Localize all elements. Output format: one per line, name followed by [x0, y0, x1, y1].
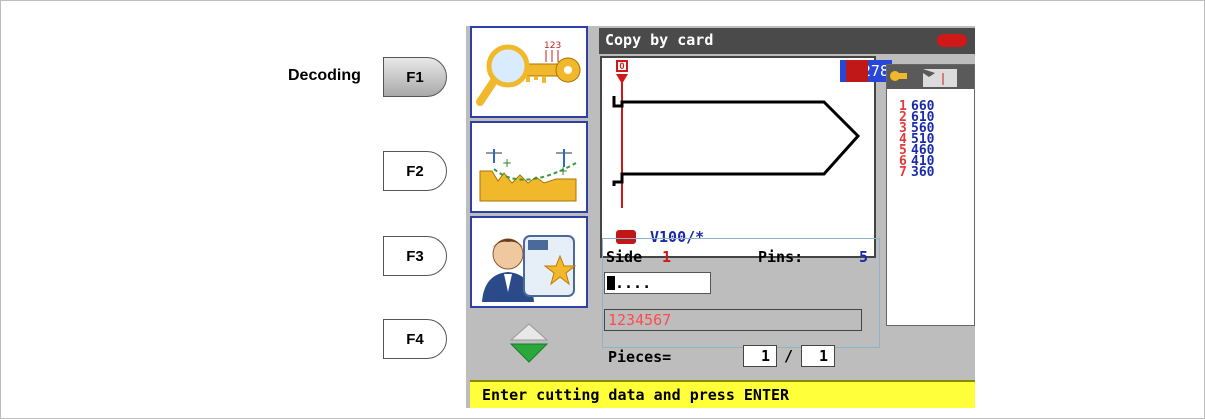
key-depth-icon [890, 69, 957, 87]
device-screen: 123 + + Copy by card 0 278 V100/* 1 660 … [466, 26, 975, 408]
code-input[interactable]: .... [604, 272, 711, 294]
f3-button[interactable]: F3 [383, 236, 447, 276]
text-cursor [607, 276, 615, 290]
pieces-label: Pieces= [608, 348, 672, 366]
card-tile[interactable] [470, 216, 588, 308]
svg-text:+: + [502, 156, 512, 170]
pin-panel: 1 660 2 610 3 560 4 510 5 460 6 410 7 360 [886, 64, 975, 326]
f2-button[interactable]: F2 [383, 151, 447, 191]
side-value: 1 [662, 248, 672, 266]
pieces-total-field[interactable]: 1 [801, 345, 835, 367]
svg-text:+: + [558, 164, 568, 178]
pins-value: 5 [859, 248, 869, 266]
title-bar: Copy by card [599, 28, 975, 54]
screen-title: Copy by card [605, 31, 714, 49]
status-bar: Enter cutting data and press ENTER [470, 380, 975, 408]
f1-button[interactable]: F1 [383, 57, 447, 97]
decoding-tile[interactable]: 123 [470, 26, 588, 118]
pieces-current-field[interactable]: 1 [743, 345, 777, 367]
brand-logo [937, 34, 967, 47]
cutting-tile[interactable]: + + [470, 121, 588, 213]
decode-key-icon: 123 [476, 41, 581, 106]
code-input-value: .... [615, 274, 652, 292]
key-profile-drawing [612, 74, 861, 208]
scroll-arrows-icon[interactable] [506, 320, 552, 366]
decoding-label: Decoding [288, 67, 361, 84]
pieces-separator: / [784, 347, 794, 365]
key-profile-view: 0 278 V100/* [600, 56, 892, 258]
f4-button[interactable]: F4 [383, 319, 447, 359]
key-cut-icon: + + [479, 149, 577, 202]
pin-row-7: 7 360 [899, 165, 935, 180]
pins-label: Pins: [758, 248, 804, 266]
target-icon [846, 60, 868, 82]
side-label: Side [606, 248, 643, 266]
pin-panel-header [887, 65, 974, 89]
serial-field[interactable]: 1234567 [604, 309, 862, 331]
user-card-icon [482, 235, 577, 302]
svg-text:123: 123 [544, 41, 561, 51]
